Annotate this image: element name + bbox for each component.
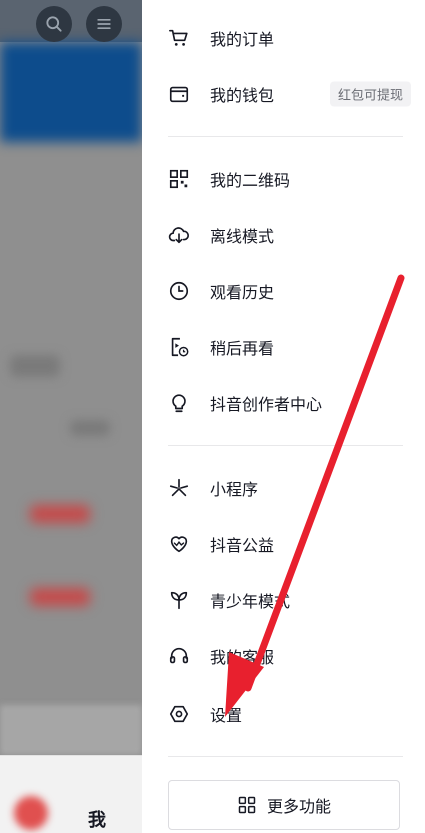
menu-item-label: 我的订单 — [210, 30, 275, 49]
background-blur-block — [70, 420, 110, 436]
background-blur-red — [30, 505, 90, 523]
cart-icon — [168, 27, 190, 49]
headset-icon — [168, 645, 190, 667]
menu-item-label: 设置 — [210, 706, 243, 725]
tab-me[interactable]: 我 — [88, 806, 106, 832]
clock-icon — [168, 280, 190, 302]
side-drawer: 我的订单 我的钱包 红包可提现 我的二维码 离线模式 观看历史 稍后再看 抖音创… — [142, 0, 425, 833]
settings-hexagon-icon — [168, 703, 190, 725]
more-features-button[interactable]: 更多功能 — [168, 780, 400, 830]
mini-program-icon — [168, 477, 190, 499]
menu-item-label: 我的客服 — [210, 648, 275, 667]
menu-item-label: 我的二维码 — [210, 171, 291, 190]
hamburger-icon — [97, 19, 111, 29]
sprout-icon — [168, 589, 190, 611]
menu-item-label: 青少年模式 — [210, 592, 291, 611]
menu-item-mini-program[interactable]: 小程序 — [168, 468, 425, 508]
search-icon — [46, 16, 62, 32]
menu-item-charity[interactable]: 抖音公益 — [168, 524, 425, 564]
divider — [168, 136, 403, 137]
menu-item-label: 抖音创作者中心 — [210, 395, 323, 414]
background-page: 我 — [0, 0, 142, 833]
background-blur-red — [30, 588, 90, 606]
menu-item-creator-center[interactable]: 抖音创作者中心 — [168, 383, 425, 423]
watch-later-icon — [168, 336, 190, 358]
cloud-download-icon — [168, 224, 190, 246]
menu-item-history[interactable]: 观看历史 — [168, 271, 425, 311]
menu-button[interactable] — [86, 6, 122, 42]
background-banner — [0, 42, 142, 142]
menu-item-watch-later[interactable]: 稍后再看 — [168, 327, 425, 367]
menu-item-settings[interactable]: 设置 — [168, 694, 425, 734]
wallet-icon — [168, 83, 190, 105]
background-blur-band — [0, 705, 142, 755]
menu-item-wallet[interactable]: 我的钱包 红包可提现 — [168, 74, 425, 114]
menu-item-label: 抖音公益 — [210, 536, 275, 555]
charity-heart-icon — [168, 533, 190, 555]
menu-item-qrcode[interactable]: 我的二维码 — [168, 159, 425, 199]
menu-item-orders[interactable]: 我的订单 — [168, 18, 425, 58]
more-features-label: 更多功能 — [266, 797, 331, 816]
menu-item-label: 小程序 — [210, 480, 259, 499]
menu-item-customer-service[interactable]: 我的客服 — [168, 636, 425, 676]
divider — [168, 756, 403, 757]
menu-item-teen-mode[interactable]: 青少年模式 — [168, 580, 425, 620]
background-avatar — [14, 796, 48, 830]
divider — [168, 445, 403, 446]
menu-item-offline[interactable]: 离线模式 — [168, 215, 425, 255]
menu-item-label: 稍后再看 — [210, 339, 275, 358]
qrcode-icon — [168, 168, 190, 190]
menu-item-label: 我的钱包 — [210, 86, 275, 105]
search-button[interactable] — [36, 6, 72, 42]
menu-item-label: 观看历史 — [210, 283, 275, 302]
background-blur-block — [10, 355, 60, 377]
menu-item-label: 离线模式 — [210, 227, 275, 246]
wallet-badge: 红包可提现 — [329, 81, 411, 107]
grid-icon — [237, 795, 257, 815]
lightbulb-icon — [168, 392, 190, 414]
